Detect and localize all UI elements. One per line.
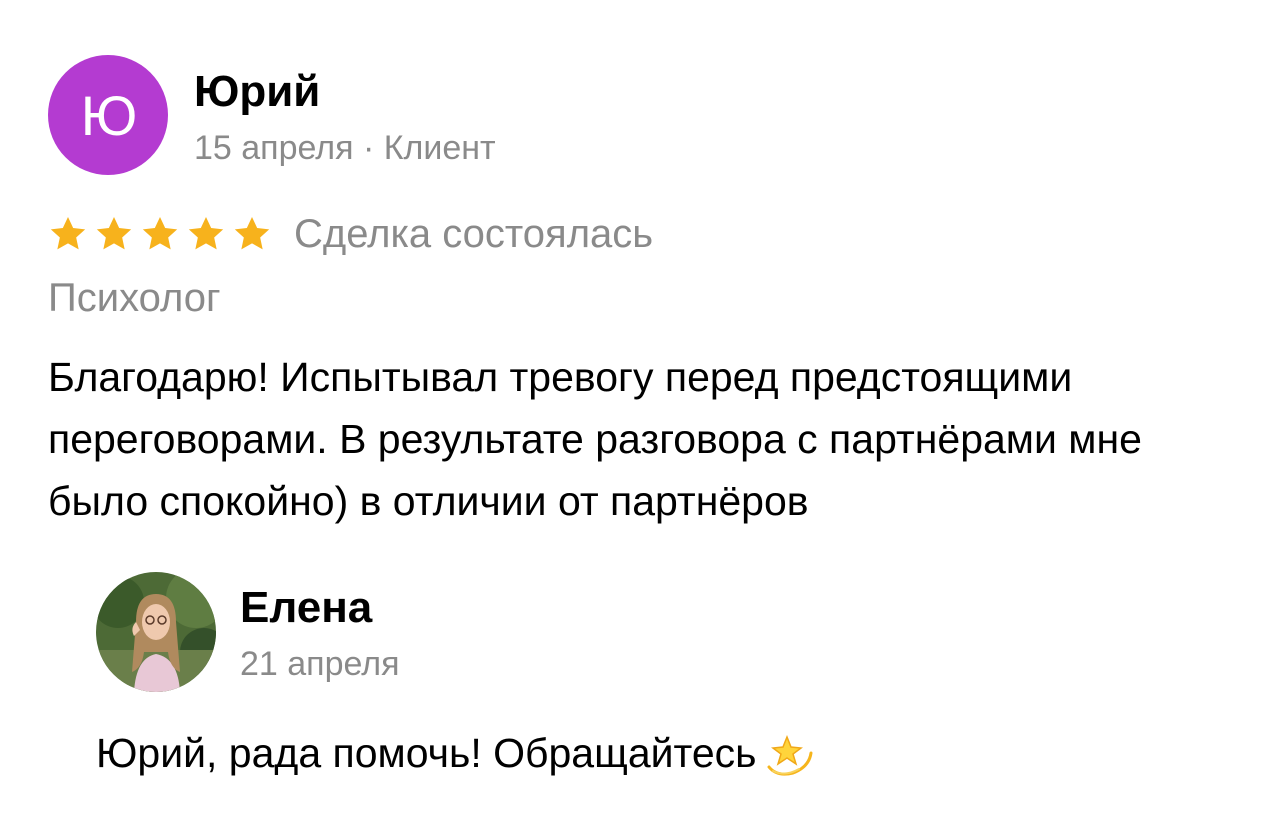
star-icon <box>232 214 272 254</box>
service-category: Психолог <box>48 276 221 320</box>
avatar-photo <box>96 572 216 692</box>
author-name[interactable]: Юрий <box>194 66 320 118</box>
dizzy-star-icon <box>763 727 815 779</box>
rating-row: Сделка состоялась <box>48 208 653 260</box>
author-avatar[interactable]: Ю <box>48 55 168 175</box>
star-icon <box>140 214 180 254</box>
star-icon <box>94 214 134 254</box>
author-meta: 15 апреля · Клиент <box>194 129 496 167</box>
deal-status: Сделка состоялась <box>294 212 654 256</box>
star-icon <box>48 214 88 254</box>
star-rating <box>48 214 272 254</box>
reply-message: Юрий, рада помочь! Обращайтесь <box>96 730 757 776</box>
reply-text: Юрий, рада помочь! Обращайтесь <box>96 722 815 784</box>
star-icon <box>186 214 226 254</box>
author-initial: Ю <box>80 83 138 147</box>
review-card: Ю Юрий 15 апреля · Клиент Сделка состоял… <box>0 0 1284 815</box>
reply-avatar[interactable] <box>96 572 216 692</box>
reply-author-name[interactable]: Елена <box>240 582 372 634</box>
reply-date: 21 апреля <box>240 645 400 683</box>
review-text: Благодарю! Испытывал тревогу перед предс… <box>48 354 1142 524</box>
